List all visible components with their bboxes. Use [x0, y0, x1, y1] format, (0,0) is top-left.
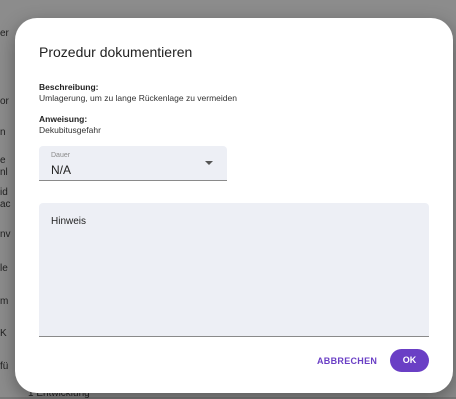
bg-text-fragment: fü: [0, 361, 9, 372]
duration-label: Dauer: [51, 152, 71, 159]
instruction-value: Dekubitusgefahr: [39, 125, 101, 135]
note-label: Hinweis: [51, 216, 87, 227]
duration-select[interactable]: Dauer N/A: [39, 146, 227, 181]
caret-down-icon: [205, 161, 213, 165]
duration-value: N/A: [51, 163, 72, 177]
description-value: Umlagerung, um zu lange Rückenlage zu ve…: [39, 93, 237, 103]
description-label: Beschreibung:: [39, 82, 99, 92]
cancel-button[interactable]: ABBRECHEN: [311, 351, 383, 371]
bg-text-fragment: id: [0, 187, 8, 198]
bg-text-fragment: ac: [0, 199, 11, 210]
dialog-title: Prozedur dokumentieren: [39, 44, 193, 60]
note-textarea[interactable]: Hinweis: [39, 203, 429, 337]
bg-text-fragment: or: [0, 96, 9, 107]
bg-text-fragment: e: [0, 155, 6, 166]
bg-text-fragment: er: [0, 28, 9, 39]
bg-text-fragment: m: [0, 296, 9, 307]
bg-text-fragment: nl: [0, 167, 8, 178]
procedure-dialog: Prozedur dokumentieren Beschreibung: Uml…: [15, 18, 453, 393]
ok-button[interactable]: OK: [390, 349, 429, 372]
bg-text-fragment: nv: [0, 229, 11, 240]
bg-text-fragment: n: [0, 127, 6, 138]
bg-text-fragment: le: [0, 263, 8, 274]
bg-text-fragment: K: [0, 328, 7, 339]
instruction-label: Anweisung:: [39, 114, 88, 124]
